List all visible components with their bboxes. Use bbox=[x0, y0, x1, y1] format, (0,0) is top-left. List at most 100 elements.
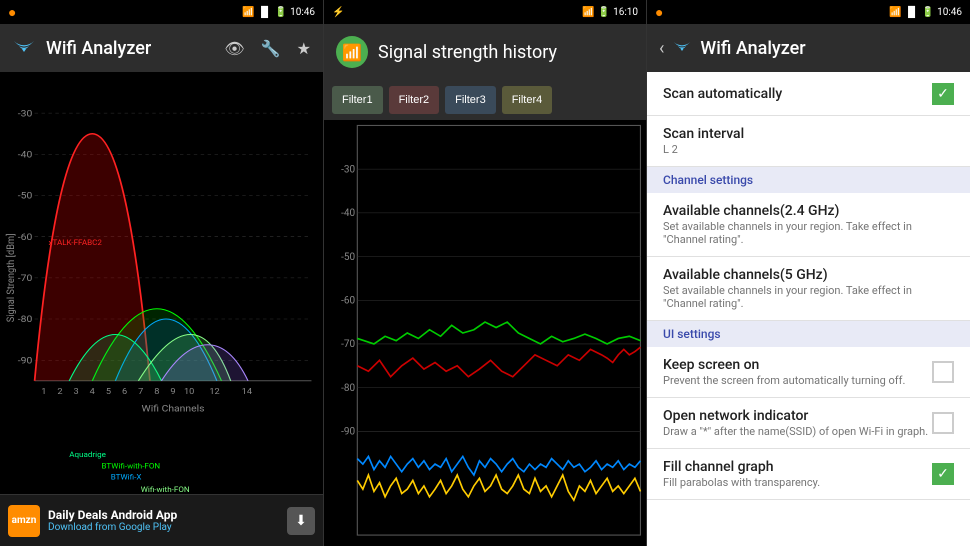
filter-btn-3[interactable]: Filter3 bbox=[445, 86, 496, 114]
panel-wifi-analyzer: ● 📶 ▐▌ 🔋 10:46 Wifi Analyzer 👁 🔧 ★ bbox=[0, 0, 323, 546]
wifi-channel-svg: Signal Strength [dBm] -30 -40 -50 -60 -7… bbox=[0, 72, 323, 494]
settings-keep-screen-text: Keep screen on Prevent the screen from a… bbox=[663, 357, 932, 387]
filter-btn-2[interactable]: Filter2 bbox=[389, 86, 440, 114]
keep-screen-checkbox[interactable] bbox=[932, 361, 954, 383]
svg-text:-70: -70 bbox=[18, 273, 33, 283]
filter-btn-1[interactable]: Filter1 bbox=[332, 86, 383, 114]
svg-text:1: 1 bbox=[41, 388, 46, 397]
svg-text:BTWifi-with-FON: BTWifi-with-FON bbox=[102, 462, 161, 470]
signal-history-svg: -30 -40 -50 -60 -70 -80 -90 bbox=[324, 120, 646, 546]
settings-channels-24[interactable]: Available channels(2.4 GHz) Set availabl… bbox=[647, 193, 970, 257]
svg-text:-60: -60 bbox=[18, 232, 33, 242]
svg-text:-80: -80 bbox=[341, 383, 355, 394]
settings-channels-24-title: Available channels(2.4 GHz) bbox=[663, 203, 954, 219]
svg-text:8: 8 bbox=[154, 388, 159, 397]
svg-text:-90: -90 bbox=[18, 356, 33, 366]
settings-scan-auto-title: Scan automatically bbox=[663, 86, 932, 102]
history-icon-symbol: 📶 bbox=[342, 43, 362, 62]
settings-channels-5[interactable]: Available channels(5 GHz) Set available … bbox=[647, 257, 970, 321]
status-icons-3: 📶 ▐▌ 🔋 10:46 bbox=[889, 7, 962, 18]
settings-list: Scan automatically ✓ Scan interval L 2 C… bbox=[647, 72, 970, 546]
settings-scan-auto[interactable]: Scan automatically ✓ bbox=[647, 72, 970, 116]
fill-graph-checkbox[interactable]: ✓ bbox=[932, 463, 954, 485]
ad-content: Daily Deals Android App Download from Go… bbox=[48, 508, 279, 533]
wifi-logo-icon bbox=[12, 34, 36, 63]
settings-scan-interval[interactable]: Scan interval L 2 bbox=[647, 116, 970, 167]
settings-channels-5-title: Available channels(5 GHz) bbox=[663, 267, 954, 283]
back-button[interactable]: ‹ bbox=[659, 38, 664, 59]
usb-icon: ⚡ bbox=[332, 7, 344, 18]
status-left-3: ● bbox=[655, 4, 663, 21]
settings-scan-interval-subtitle: L 2 bbox=[663, 143, 954, 156]
svg-text:Signal Strength [dBm]: Signal Strength [dBm] bbox=[5, 233, 17, 322]
svg-text:7: 7 bbox=[138, 388, 143, 397]
svg-text:10: 10 bbox=[184, 388, 194, 397]
wifi-status-icon: 📶 bbox=[242, 7, 254, 18]
time-1: 10:46 bbox=[290, 7, 315, 18]
settings-fill-graph-title: Fill channel graph bbox=[663, 459, 932, 475]
svg-text:5: 5 bbox=[106, 388, 111, 397]
svg-text:-90: -90 bbox=[341, 427, 355, 438]
signal-3: ▐▌ bbox=[904, 7, 918, 18]
filter-btn-4[interactable]: Filter4 bbox=[502, 86, 553, 114]
ad-logo: amzn bbox=[8, 505, 40, 537]
settings-channels-24-subtitle: Set available channels in your region. T… bbox=[663, 220, 954, 246]
settings-keep-screen[interactable]: Keep screen on Prevent the screen from a… bbox=[647, 347, 970, 398]
time-2: 16:10 bbox=[613, 7, 638, 18]
svg-text:BTWifi-X: BTWifi-X bbox=[111, 473, 142, 481]
signal-graph-container: -30 -40 -50 -60 -70 -80 -90 bbox=[324, 120, 646, 546]
signal-history-header: 📶 Signal strength history bbox=[324, 24, 646, 80]
scan-auto-checkbox[interactable]: ✓ bbox=[932, 83, 954, 105]
ad-logo-text: amzn bbox=[12, 515, 37, 526]
eye-icon[interactable]: 👁 bbox=[224, 39, 244, 58]
app-bar-icons-1: 👁 🔧 ★ bbox=[224, 39, 311, 58]
settings-app-bar: ‹ Wifi Analyzer bbox=[647, 24, 970, 72]
signal-icon-2: 📶 bbox=[582, 7, 594, 18]
svg-text:-40: -40 bbox=[341, 208, 355, 219]
panel-settings: ● 📶 ▐▌ 🔋 10:46 ‹ Wifi Analyzer Scan auto… bbox=[646, 0, 970, 546]
settings-scan-interval-text: Scan interval L 2 bbox=[663, 126, 954, 156]
svg-text:4: 4 bbox=[90, 388, 95, 397]
channel-settings-header: Channel settings bbox=[647, 167, 970, 193]
star-icon[interactable]: ★ bbox=[297, 39, 311, 58]
settings-keep-screen-title: Keep screen on bbox=[663, 357, 932, 373]
battery-icon: 🔋 bbox=[275, 7, 287, 18]
ad-title: Daily Deals Android App bbox=[48, 508, 279, 522]
svg-text:-80: -80 bbox=[18, 315, 33, 325]
svg-text:-40: -40 bbox=[18, 150, 33, 160]
settings-fill-graph-text: Fill channel graph Fill parabolas with t… bbox=[663, 459, 932, 489]
settings-scan-interval-title: Scan interval bbox=[663, 126, 954, 142]
svg-text:-50: -50 bbox=[341, 252, 355, 263]
status-bar-3: ● 📶 ▐▌ 🔋 10:46 bbox=[647, 0, 970, 24]
svg-text:-60: -60 bbox=[341, 296, 355, 307]
svg-text:-70: -70 bbox=[341, 339, 355, 350]
settings-open-network-title: Open network indicator bbox=[663, 408, 932, 424]
settings-fill-graph[interactable]: Fill channel graph Fill parabolas with t… bbox=[647, 449, 970, 500]
svg-text:12: 12 bbox=[209, 388, 219, 397]
status-left-icon: ● bbox=[8, 4, 16, 21]
signal-history-icon: 📶 bbox=[336, 36, 368, 68]
battery-icon-3: 🔋 bbox=[922, 7, 934, 18]
filter-bar: Filter1 Filter2 Filter3 Filter4 bbox=[324, 80, 646, 120]
panel-signal-history: ⚡ 📶 🔋 16:10 📶 Signal strength history Fi… bbox=[323, 0, 646, 546]
svg-text:xTALK-FFABC2: xTALK-FFABC2 bbox=[48, 238, 102, 246]
download-button[interactable]: ⬇ bbox=[287, 507, 315, 535]
settings-fill-graph-subtitle: Fill parabolas with transparency. bbox=[663, 476, 932, 489]
ad-subtitle: Download from Google Play bbox=[48, 522, 279, 533]
wifi-graph-area: Signal Strength [dBm] -30 -40 -50 -60 -7… bbox=[0, 72, 323, 494]
wifi-icon-3: 📶 bbox=[889, 7, 901, 18]
settings-open-network[interactable]: Open network indicator Draw a "*" after … bbox=[647, 398, 970, 449]
svg-text:-30: -30 bbox=[18, 109, 33, 119]
wrench-icon[interactable]: 🔧 bbox=[261, 39, 281, 58]
ad-banner[interactable]: amzn Daily Deals Android App Download fr… bbox=[0, 494, 323, 546]
signal-history-title: Signal strength history bbox=[378, 42, 557, 63]
settings-open-network-subtitle: Draw a "*" after the name(SSID) of open … bbox=[663, 425, 932, 438]
settings-channels-5-text: Available channels(5 GHz) Set available … bbox=[663, 267, 954, 310]
svg-text:2: 2 bbox=[57, 388, 62, 397]
status-bar-1: ● 📶 ▐▌ 🔋 10:46 bbox=[0, 0, 323, 24]
settings-keep-screen-subtitle: Prevent the screen from automatically tu… bbox=[663, 374, 932, 387]
svg-text:3: 3 bbox=[74, 388, 79, 397]
battery-icon-2: 🔋 bbox=[598, 7, 610, 18]
settings-open-network-text: Open network indicator Draw a "*" after … bbox=[663, 408, 932, 438]
open-network-checkbox[interactable] bbox=[932, 412, 954, 434]
